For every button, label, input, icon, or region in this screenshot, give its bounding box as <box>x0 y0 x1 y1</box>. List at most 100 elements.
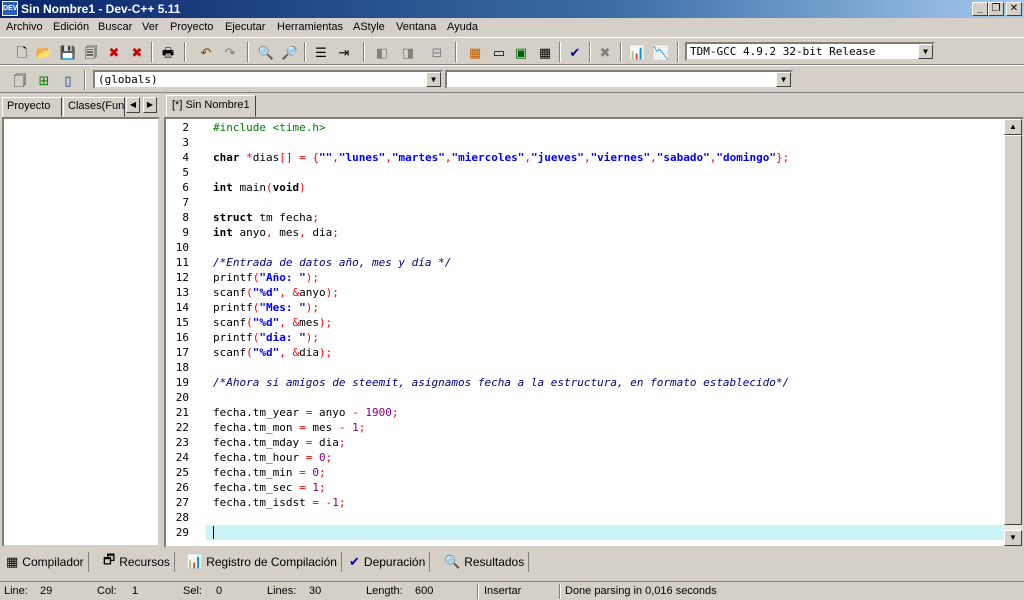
code-line[interactable]: printf("dia: "); <box>213 330 319 345</box>
menu-ayuda[interactable]: Ayuda <box>447 21 478 33</box>
restore-button[interactable]: ❐ <box>988 2 1004 16</box>
line-number: 19 <box>175 376 189 389</box>
tab-registro-compilacion[interactable]: 📊 Registro de Compilación <box>182 552 342 572</box>
line-number: 12 <box>175 271 189 284</box>
editor-vertical-scrollbar[interactable]: ▲ ▼ <box>1004 119 1022 546</box>
goto-line-icon[interactable]: ☰ <box>311 42 331 62</box>
code-line[interactable]: int anyo, mes, dia; <box>213 225 339 240</box>
add-to-project-icon[interactable]: ⊞ <box>34 70 54 90</box>
editor-tab[interactable]: [*] Sin Nombre1 <box>166 95 256 117</box>
close-all-icon[interactable]: ✖ <box>127 42 147 62</box>
chevron-down-icon[interactable]: ▼ <box>426 72 441 87</box>
status-divider <box>477 584 479 599</box>
code-line[interactable]: fecha.tm_min = 0; <box>213 465 326 480</box>
tab-resultados[interactable]: 🔍 Resultados <box>440 552 530 572</box>
line-number: 10 <box>175 241 189 254</box>
code-line[interactable]: /*Ahora si amigos de steemit, asignamos … <box>213 375 789 390</box>
code-line[interactable]: fecha.tm_hour = 0; <box>213 450 332 465</box>
replace-icon[interactable]: 🔎 <box>280 42 300 62</box>
chevron-down-icon[interactable]: ▼ <box>776 72 791 87</box>
menu-ver[interactable]: Ver <box>142 21 159 33</box>
redo-icon[interactable]: ↷ <box>220 42 240 62</box>
find-icon[interactable]: 🔍 <box>256 42 276 62</box>
project-options-icon[interactable]: ▯ <box>58 70 78 90</box>
menu-ejecutar[interactable]: Ejecutar <box>225 21 265 33</box>
code-line[interactable]: fecha.tm_mday = dia; <box>213 435 345 450</box>
tab-scroll-left-icon[interactable]: ◀ <box>126 97 140 113</box>
menu-edicion[interactable]: Edición <box>53 21 89 33</box>
line-number: 3 <box>182 136 189 149</box>
stop-execution-icon[interactable]: ✖ <box>595 42 615 62</box>
scroll-up-icon[interactable]: ▲ <box>1004 119 1022 135</box>
devcpp-logo-icon: DEV <box>2 1 18 16</box>
menu-astyle[interactable]: AStyle <box>353 21 385 33</box>
code-line[interactable]: scanf("%d", &dia); <box>213 345 332 360</box>
run-icon[interactable]: ▭ <box>489 42 509 62</box>
syntax-check-icon[interactable]: ✔ <box>565 42 585 62</box>
status-divider <box>559 584 561 599</box>
menu-buscar[interactable]: Buscar <box>98 21 132 33</box>
line-number: 8 <box>182 211 189 224</box>
tab-recursos[interactable]: 🗗 Recursos <box>99 552 175 572</box>
code-line[interactable]: printf("Año: "); <box>213 270 319 285</box>
tab-proyecto[interactable]: Proyecto <box>2 97 62 117</box>
close-button[interactable]: ✕ <box>1006 2 1022 16</box>
delete-profile-icon[interactable]: 📉 <box>651 42 671 62</box>
toggle-comment-icon[interactable]: ⊟ <box>427 42 447 62</box>
tab-clases[interactable]: Clases(Fun <box>63 97 125 117</box>
rebuild-icon[interactable]: ▦ <box>535 42 555 62</box>
toolbar-separator <box>151 42 153 62</box>
code-line[interactable]: char *dias[] = {"","lunes","martes","mie… <box>213 150 789 165</box>
compiler-select[interactable]: TDM-GCC 4.9.2 32-bit Release ▼ <box>685 42 935 61</box>
scrollbar-thumb[interactable] <box>1004 135 1022 525</box>
project-browser[interactable] <box>2 117 160 547</box>
class-scope-select[interactable]: (globals) ▼ <box>93 70 443 89</box>
tab-scroll-right-icon[interactable]: ▶ <box>143 97 157 113</box>
menu-archivo[interactable]: Archivo <box>6 21 43 33</box>
left-panel-tabs: Proyecto Clases(Fun ◀ ▶ <box>0 95 162 117</box>
open-file-icon[interactable]: 📂 <box>34 42 54 62</box>
chevron-down-icon[interactable]: ▼ <box>918 44 933 59</box>
save-icon[interactable]: 💾 <box>58 42 78 62</box>
menu-ventana[interactable]: Ventana <box>396 21 436 33</box>
close-file-icon[interactable]: ✖ <box>104 42 124 62</box>
save-all-icon[interactable]: 🗐 <box>81 42 101 62</box>
undo-icon[interactable]: ↶ <box>196 42 216 62</box>
compiler-grid-icon: ▦ <box>6 554 19 569</box>
scroll-down-icon[interactable]: ▼ <box>1004 530 1022 546</box>
tab-depuracion[interactable]: ✔ Depuración <box>345 552 431 572</box>
compile-run-icon[interactable]: ▣ <box>511 42 531 62</box>
menu-herramientas[interactable]: Herramientas <box>277 21 343 33</box>
indent-icon[interactable]: ◧ <box>372 42 392 62</box>
code-line[interactable]: #include <time.h> <box>213 120 326 135</box>
code-line[interactable]: int main(void) <box>213 180 306 195</box>
new-project-icon[interactable]: 🗍 <box>10 70 30 90</box>
code-line[interactable]: /*Entrada de datos año, mes y día */ <box>213 255 451 270</box>
line-number: 29 <box>175 526 189 539</box>
code-line[interactable]: fecha.tm_mon = mes - 1; <box>213 420 365 435</box>
compile-icon[interactable]: ▦ <box>465 42 485 62</box>
code-line[interactable]: struct tm fecha; <box>213 210 319 225</box>
status-sel-value: 0 <box>216 585 223 597</box>
tab-recursos-label: Recursos <box>119 555 170 569</box>
print-icon[interactable]: 🖶 <box>158 42 178 62</box>
profile-icon[interactable]: 📊 <box>627 42 647 62</box>
code-line[interactable]: fecha.tm_year = anyo - 1900; <box>213 405 398 420</box>
code-line[interactable]: printf("Mes: "); <box>213 300 319 315</box>
new-file-icon[interactable]: 🗋 <box>12 42 32 62</box>
function-scope-select[interactable]: ▼ <box>445 70 793 89</box>
line-number: 16 <box>175 331 189 344</box>
status-line-label: Line: <box>4 585 28 597</box>
code-line[interactable]: fecha.tm_isdst = -1; <box>213 495 345 510</box>
line-number: 20 <box>175 391 189 404</box>
code-line[interactable]: fecha.tm_sec = 1; <box>213 480 326 495</box>
unindent-icon[interactable]: ◨ <box>398 42 418 62</box>
code-line[interactable]: scanf("%d", &mes); <box>213 315 332 330</box>
bottom-panel-tabs: ▦ Compilador 🗗 Recursos 📊 Registro de Compi… <box>0 550 1024 574</box>
minimize-button[interactable]: _ <box>972 2 988 16</box>
tab-compilador[interactable]: ▦ Compilador <box>2 552 89 572</box>
code-editor[interactable]: 2 3 4 5 6 7 8 9 10 11 12 13 14 15 16 17 18 19 20 21 22 23 24 25… <box>164 117 1024 548</box>
bookmark-icon[interactable]: ⇥ <box>334 42 354 62</box>
menu-proyecto[interactable]: Proyecto <box>170 21 213 33</box>
code-line[interactable]: scanf("%d", &anyo); <box>213 285 339 300</box>
